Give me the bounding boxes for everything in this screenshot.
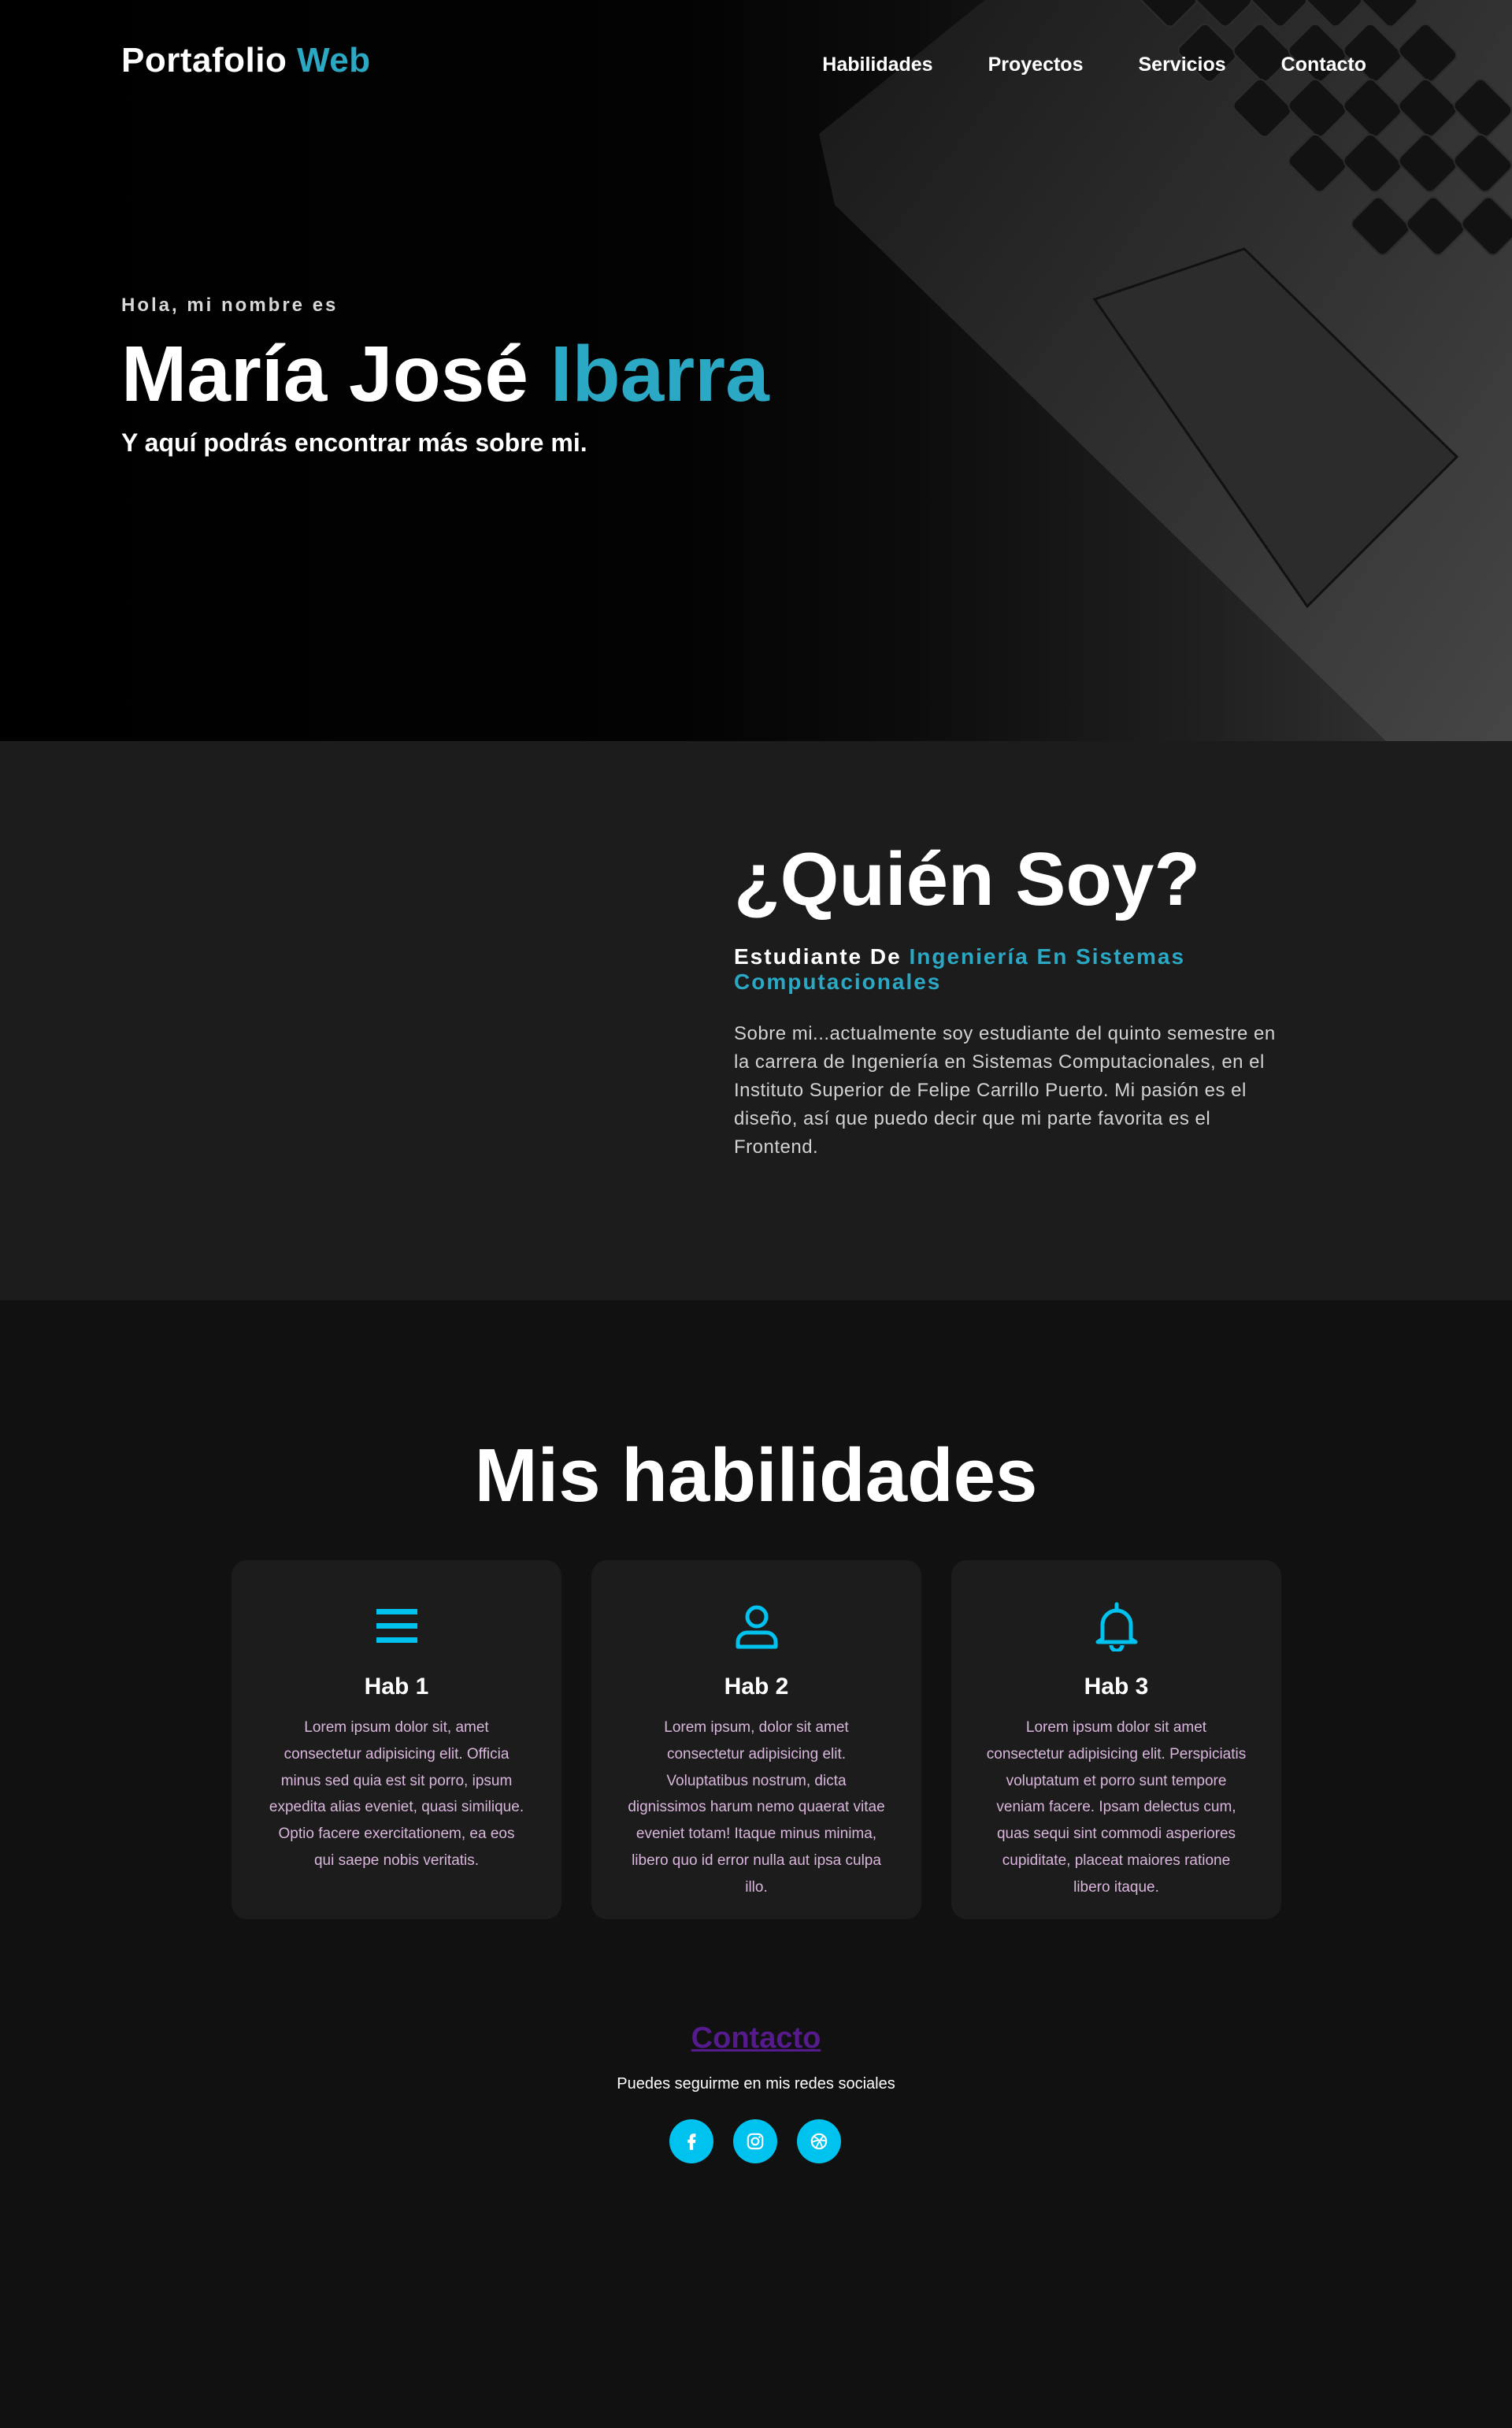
about-subtitle-prefix: Estudiante De [734,944,902,969]
skills-title: Mis habilidades [474,1433,1038,1518]
hero-section: Portafolio Web Habilidades Proyectos Ser… [0,0,1512,741]
bell-icon [1095,1602,1137,1651]
logo-accent: Web [297,41,371,80]
facebook-icon [687,2133,696,2150]
hero-tagline: Y aquí podrás encontrar más sobre mi. [121,428,587,457]
user-icon [736,1605,777,1649]
about-description: Sobre mi...actualmente soy estudiante de… [734,1023,1276,1158]
nav-menu: Habilidades Proyectos Servicios Contacto [822,54,1366,76]
menu-icon [376,1609,417,1643]
instagram-button[interactable] [733,2119,777,2163]
logo-text: Portafolio [121,41,287,80]
about-title: ¿Quién Soy? [734,837,1201,921]
contact-subtitle: Puedes seguirme en mis redes sociales [617,2075,895,2093]
skill-card-title: Hab 3 [1084,1674,1149,1700]
nav-link-contacto[interactable]: Contacto [1281,54,1366,76]
skill-card-text: Lorem ipsum dolor sit, amet consectetur … [269,1719,524,1870]
skill-card-title: Hab 2 [724,1674,789,1700]
skill-card: Hab 1 Lorem ipsum dolor sit, amet consec… [232,1560,561,1919]
skill-card-title: Hab 1 [364,1674,429,1700]
social-links [669,2119,841,2163]
hero-name-accent: Ibarra [550,330,769,418]
about-content: ¿Quién Soy? Estudiante De Ingeniería En … [734,842,1277,1181]
site-logo[interactable]: Portafolio Web [121,41,371,80]
hero-text-block: Hola, mi nombre es María José Ibarra Y a… [121,295,769,458]
hero-name: María José Ibarra [121,331,769,417]
skill-card-text: Lorem ipsum dolor sit amet consectetur a… [986,1719,1247,1896]
nav-link-proyectos[interactable]: Proyectos [988,54,1084,76]
contact-link[interactable]: Contacto [0,2022,1512,2055]
skill-card: Hab 3 Lorem ipsum dolor sit amet consect… [951,1560,1281,1919]
contact-section: Contacto Puedes seguirme en mis redes so… [0,1962,1512,2428]
instagram-icon [747,2133,764,2150]
dribbble-icon [810,2133,828,2150]
hero-name-first: María José [121,330,528,418]
skill-card-text: Lorem ipsum, dolor sit amet consectetur … [628,1719,885,1896]
hero-greeting: Hola, mi nombre es [121,295,339,316]
about-section: ¿Quién Soy? Estudiante De Ingeniería En … [0,741,1512,1300]
nav-link-servicios[interactable]: Servicios [1138,54,1225,76]
skills-section: Mis habilidades Hab 1 Lorem ipsum dolor … [0,1300,1512,1962]
skill-card: Hab 2 Lorem ipsum, dolor sit amet consec… [591,1560,921,1919]
about-subtitle: Estudiante De Ingeniería En Sistemas Com… [734,944,1277,995]
top-navbar: Portafolio Web Habilidades Proyectos Ser… [0,0,1512,129]
nav-link-habilidades[interactable]: Habilidades [822,54,932,76]
dribbble-button[interactable] [797,2119,841,2163]
skills-cards: Hab 1 Lorem ipsum dolor sit, amet consec… [232,1560,1281,1919]
facebook-button[interactable] [669,2119,713,2163]
